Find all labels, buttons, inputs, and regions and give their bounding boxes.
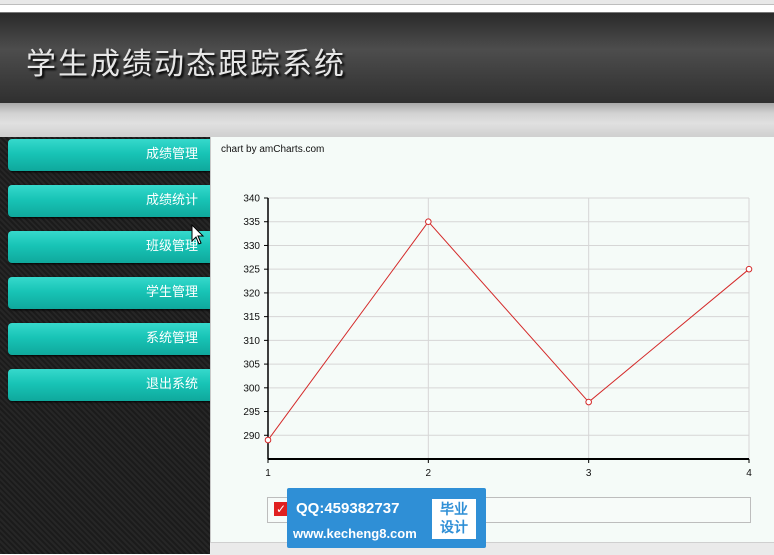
x-tick-label: 1: [265, 468, 271, 479]
menu-item-class-management[interactable]: 班级管理: [8, 231, 210, 263]
mouse-cursor-icon: [191, 224, 205, 245]
window-top-edge: [0, 0, 774, 5]
x-tick-label: 2: [426, 468, 432, 479]
y-tick-label: 290: [243, 431, 260, 442]
watermark-url: www.kecheng8.com: [293, 526, 417, 541]
sidebar: 成绩管理 成绩统计 班级管理 学生管理 系统管理 退出系统: [0, 137, 210, 554]
menu-item-logout[interactable]: 退出系统: [8, 369, 210, 401]
y-tick-label: 295: [243, 407, 260, 418]
x-tick-label: 3: [586, 468, 592, 479]
watermark-logo-line2: 设计: [440, 520, 468, 536]
menu-item-grade-management[interactable]: 成绩管理: [8, 139, 210, 171]
legend-checkbox-icon[interactable]: ✓: [274, 502, 288, 516]
data-point: [425, 218, 432, 226]
menu-item-grade-statistics[interactable]: 成绩统计: [8, 185, 210, 217]
watermark-badge: QQ:459382737 www.kecheng8.com 毕业 设计: [287, 488, 486, 548]
menu-item-system-management[interactable]: 系统管理: [8, 323, 210, 355]
menu-item-student-management[interactable]: 学生管理: [8, 277, 210, 309]
data-point: [745, 265, 753, 273]
y-tick-label: 335: [243, 217, 260, 228]
watermark-logo: 毕业 设计: [432, 499, 476, 539]
y-tick-label: 305: [243, 360, 260, 371]
y-tick-label: 315: [243, 312, 260, 323]
y-tick-label: 310: [243, 336, 260, 347]
header-band: [0, 103, 774, 137]
x-tick-label: 4: [746, 468, 752, 479]
y-tick-label: 325: [243, 265, 260, 276]
y-tick-label: 320: [243, 288, 260, 299]
page-title: 学生成绩动态跟踪系统: [26, 47, 346, 82]
series-line: [267, 220, 750, 441]
y-tick-label: 300: [243, 383, 260, 394]
watermark-logo-line1: 毕业: [440, 502, 468, 518]
header-banner: 学生成绩动态跟踪系统: [0, 12, 774, 104]
y-tick-label: 330: [243, 241, 260, 252]
y-tick-label: 340: [243, 194, 260, 205]
data-point: [264, 436, 272, 444]
watermark-qq: QQ:459382737: [296, 500, 400, 517]
data-point: [585, 398, 592, 406]
